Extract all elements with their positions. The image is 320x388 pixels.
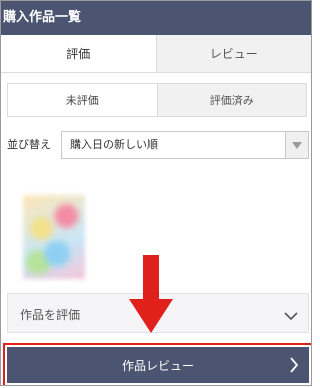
tab-rating[interactable]: 評価 <box>1 35 156 72</box>
dropdown-arrow-icon[interactable] <box>285 132 308 158</box>
purchased-works-panel: 購入作品一覧 評価 レビュー 未評価 評価済み 並び替え 購入日の新しい順 作品… <box>0 0 312 386</box>
work-review-button[interactable]: 作品レビュー <box>7 347 309 383</box>
work-review-label: 作品レビュー <box>121 358 194 373</box>
chevron-down-icon <box>284 306 298 325</box>
page-title: 購入作品一覧 <box>1 1 311 35</box>
sort-selected-value: 購入日の新しい順 <box>70 138 158 151</box>
sub-tabs: 未評価 評価済み <box>7 83 307 117</box>
chevron-right-icon <box>289 357 299 376</box>
work-thumbnail[interactable] <box>23 195 85 279</box>
tab-rated[interactable]: 評価済み <box>156 84 306 116</box>
red-arrow-icon <box>129 255 173 333</box>
tab-unrated[interactable]: 未評価 <box>8 84 157 116</box>
rate-work-label: 作品を評価 <box>20 308 81 322</box>
sort-select[interactable]: 購入日の新しい順 <box>61 131 309 159</box>
main-tabs: 評価 レビュー <box>1 35 311 73</box>
tab-review[interactable]: レビュー <box>155 35 311 72</box>
sort-label: 並び替え <box>7 138 51 151</box>
